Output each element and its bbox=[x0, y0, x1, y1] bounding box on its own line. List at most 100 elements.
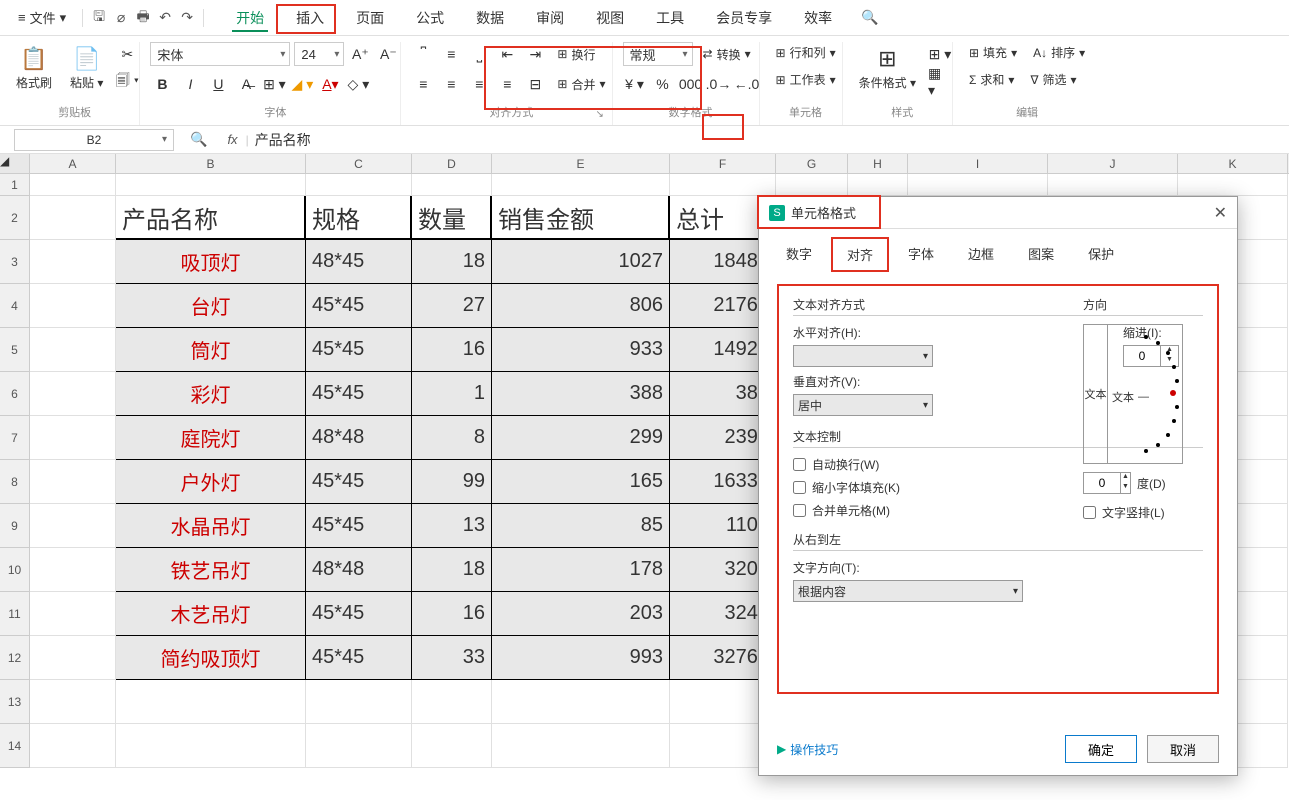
tips-link[interactable]: ▶操作技巧 bbox=[777, 741, 838, 758]
cell[interactable]: 庭院灯 bbox=[116, 416, 306, 460]
underline-icon[interactable]: U bbox=[206, 72, 230, 96]
print-icon[interactable]: 🖶 bbox=[133, 8, 153, 28]
bold-icon[interactable]: B bbox=[150, 72, 174, 96]
cell[interactable]: 99 bbox=[412, 460, 492, 504]
cell[interactable]: 木艺吊灯 bbox=[116, 592, 306, 636]
decrease-font-icon[interactable]: A⁻ bbox=[376, 42, 400, 66]
dialog-tab-pattern[interactable]: 图案 bbox=[1013, 237, 1069, 272]
row-header[interactable]: 1 bbox=[0, 174, 30, 196]
increase-decimal-icon[interactable]: .0→ bbox=[707, 72, 731, 96]
cell[interactable]: 48*48 bbox=[306, 416, 412, 460]
format-painter-button[interactable]: 📋格式刷 bbox=[10, 42, 58, 95]
strikethrough-icon[interactable]: A̶ bbox=[234, 72, 258, 96]
align-left-icon[interactable]: ≡ bbox=[411, 72, 435, 96]
cell[interactable] bbox=[908, 174, 1048, 196]
column-header[interactable]: G bbox=[776, 154, 848, 173]
vertical-text-checkbox[interactable]: 文字竖排(L) bbox=[1083, 504, 1203, 521]
cell[interactable] bbox=[30, 592, 116, 636]
percent-icon[interactable]: % bbox=[651, 72, 675, 96]
comma-icon[interactable]: 000 bbox=[679, 72, 703, 96]
cell[interactable]: 45*45 bbox=[306, 636, 412, 680]
h-align-select[interactable] bbox=[793, 345, 933, 367]
dialog-tab-number[interactable]: 数字 bbox=[771, 237, 827, 272]
cell[interactable] bbox=[116, 174, 306, 196]
dialog-tab-border[interactable]: 边框 bbox=[953, 237, 1009, 272]
cell[interactable] bbox=[776, 174, 848, 196]
tab-member[interactable]: 会员专享 bbox=[700, 2, 788, 34]
dialog-tab-protect[interactable]: 保护 bbox=[1073, 237, 1129, 272]
paste-button[interactable]: 📄粘贴 ▾ bbox=[64, 42, 109, 95]
cell[interactable] bbox=[412, 174, 492, 196]
cell[interactable] bbox=[30, 174, 116, 196]
v-align-select[interactable]: 居中 bbox=[793, 394, 933, 416]
cell[interactable]: 933 bbox=[492, 328, 670, 372]
convert-button[interactable]: ⇄ 转换 ▾ bbox=[697, 44, 757, 65]
italic-icon[interactable]: I bbox=[178, 72, 202, 96]
cell[interactable] bbox=[306, 724, 412, 768]
column-header[interactable]: D bbox=[412, 154, 492, 173]
cell[interactable] bbox=[30, 196, 116, 240]
cell[interactable]: 18 bbox=[412, 548, 492, 592]
cell[interactable]: 数量 bbox=[412, 196, 492, 240]
wrap-text-button[interactable]: ⊞ 换行 bbox=[551, 44, 601, 65]
column-header[interactable]: J bbox=[1048, 154, 1178, 173]
tab-page[interactable]: 页面 bbox=[340, 2, 400, 34]
cell[interactable]: 筒灯 bbox=[116, 328, 306, 372]
save-icon[interactable]: 🖫 bbox=[89, 8, 109, 28]
column-header[interactable]: B bbox=[116, 154, 306, 173]
cell[interactable]: 45*45 bbox=[306, 372, 412, 416]
row-header[interactable]: 9 bbox=[0, 504, 30, 548]
column-header[interactable]: I bbox=[908, 154, 1048, 173]
decrease-decimal-icon[interactable]: ←.0 bbox=[735, 72, 759, 96]
number-format-select[interactable]: 常规 bbox=[623, 42, 693, 66]
column-header[interactable]: K bbox=[1178, 154, 1288, 173]
cell[interactable] bbox=[30, 328, 116, 372]
cell[interactable] bbox=[670, 174, 776, 196]
cell[interactable]: 销售金额 bbox=[492, 196, 670, 240]
cell[interactable] bbox=[1178, 174, 1288, 196]
cell[interactable]: 45*45 bbox=[306, 328, 412, 372]
row-header[interactable]: 3 bbox=[0, 240, 30, 284]
font-size-select[interactable]: 24 bbox=[294, 42, 344, 66]
row-header[interactable]: 13 bbox=[0, 680, 30, 724]
indent-decrease-icon[interactable]: ⇤ bbox=[495, 42, 519, 66]
cond-format-button[interactable]: ⊞条件格式 ▾ bbox=[853, 42, 922, 95]
dialog-tab-alignment[interactable]: 对齐 bbox=[831, 237, 889, 272]
cell[interactable] bbox=[30, 416, 116, 460]
tab-data[interactable]: 数据 bbox=[460, 2, 520, 34]
cell[interactable]: 48*45 bbox=[306, 240, 412, 284]
fill-button[interactable]: ⊞ 填充 ▾ bbox=[963, 42, 1023, 63]
cell[interactable]: 27 bbox=[412, 284, 492, 328]
dialog-tab-font[interactable]: 字体 bbox=[893, 237, 949, 272]
copy-icon[interactable]: 🗐 ▾ bbox=[115, 70, 139, 94]
cell[interactable] bbox=[412, 724, 492, 768]
cancel-button[interactable]: 取消 bbox=[1147, 735, 1219, 763]
formula-value[interactable]: 产品名称 bbox=[249, 130, 311, 150]
cell[interactable]: 18 bbox=[412, 240, 492, 284]
cell[interactable] bbox=[30, 460, 116, 504]
tab-insert[interactable]: 插入 bbox=[280, 2, 340, 34]
text-dir-select[interactable]: 根据内容 bbox=[793, 580, 1023, 602]
cell[interactable]: 彩灯 bbox=[116, 372, 306, 416]
cell[interactable]: 48*48 bbox=[306, 548, 412, 592]
cell[interactable]: 吸顶灯 bbox=[116, 240, 306, 284]
cell[interactable] bbox=[30, 636, 116, 680]
select-all-corner[interactable]: ◢ bbox=[0, 154, 30, 173]
tab-home[interactable]: 开始 bbox=[220, 2, 280, 34]
row-header[interactable]: 8 bbox=[0, 460, 30, 504]
align-center-icon[interactable]: ≡ bbox=[439, 72, 463, 96]
cell[interactable]: 165 bbox=[492, 460, 670, 504]
cell[interactable]: 13 bbox=[412, 504, 492, 548]
font-color-icon[interactable]: A ▾ bbox=[318, 72, 342, 96]
undo-icon[interactable]: ↶ bbox=[155, 8, 175, 28]
link-icon[interactable]: ⌀ bbox=[111, 8, 131, 28]
worksheet-button[interactable]: ⊞ 工作表 ▾ bbox=[770, 69, 842, 90]
cell[interactable]: 33 bbox=[412, 636, 492, 680]
row-header[interactable]: 10 bbox=[0, 548, 30, 592]
row-header[interactable]: 4 bbox=[0, 284, 30, 328]
cell[interactable]: 户外灯 bbox=[116, 460, 306, 504]
tab-efficiency[interactable]: 效率 bbox=[788, 2, 848, 34]
orientation-dial[interactable]: 文本 文本 — bbox=[1083, 324, 1183, 464]
currency-icon[interactable]: ¥ ▾ bbox=[623, 72, 647, 96]
cell[interactable]: 45*45 bbox=[306, 592, 412, 636]
